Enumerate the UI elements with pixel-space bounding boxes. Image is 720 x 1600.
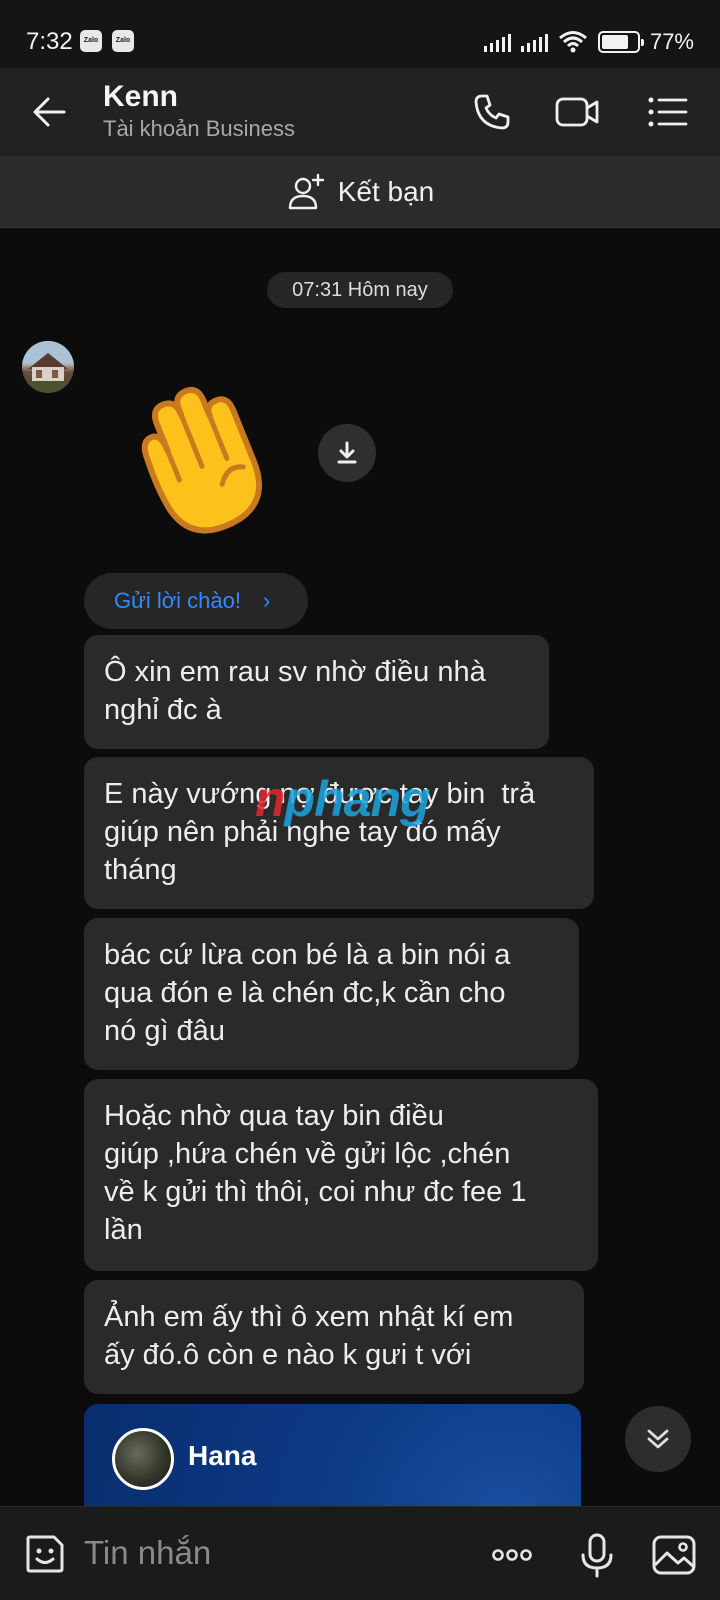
add-friend-label: Kết bạn <box>337 175 435 207</box>
phone-call-icon[interactable] <box>468 88 516 136</box>
download-button[interactable] <box>318 424 376 482</box>
zalo-notification-icon: Zalo <box>80 30 102 52</box>
chat-timestamp: 07:31 Hôm nay <box>267 272 453 308</box>
wifi-icon <box>558 31 587 53</box>
contact-card[interactable]: Hana <box>84 1404 581 1514</box>
battery-icon <box>597 31 644 53</box>
more-options-icon[interactable] <box>488 1531 536 1579</box>
message-bubble[interactable]: Hoặc nhờ qua tay bin điều giúp ,hứa chén… <box>84 1079 598 1271</box>
waving-hand-sticker[interactable] <box>112 372 282 542</box>
download-icon <box>337 441 357 464</box>
image-gallery-icon[interactable] <box>650 1531 698 1579</box>
message-input[interactable] <box>84 1527 464 1579</box>
sender-avatar[interactable] <box>22 341 74 393</box>
status-indicators: 77% <box>483 28 694 56</box>
contact-card-name: Hana <box>188 1440 257 1471</box>
account-type: Tài khoản Business <box>103 116 295 141</box>
microphone-icon[interactable] <box>573 1531 621 1579</box>
scroll-to-bottom-button[interactable] <box>625 1406 691 1472</box>
menu-list-icon[interactable] <box>644 88 692 136</box>
battery-percent: 77% <box>649 29 694 54</box>
emoji-sticker-icon[interactable] <box>22 1531 68 1577</box>
contact-name[interactable]: Kenn <box>103 80 178 114</box>
message-bubble[interactable]: Ảnh em ấy thì ô xem nhật kí em ấy đó.ô c… <box>84 1280 584 1394</box>
send-greeting-label: Gửi lời chào! <box>114 588 241 613</box>
send-greeting-button[interactable]: Gửi lời chào! › <box>84 573 308 629</box>
cell-signal-icon <box>520 32 548 52</box>
double-chevron-down-icon <box>647 1429 669 1449</box>
status-bar: 7:32 Zalo Zalo 77% <box>0 0 720 68</box>
battery-level <box>601 35 629 49</box>
add-user-icon <box>288 173 324 209</box>
add-friend-button[interactable]: Kết bạn <box>0 156 720 228</box>
contact-card-avatar <box>112 1428 174 1490</box>
watermark-logo: nphang <box>255 771 431 827</box>
chevron-right-icon: › <box>262 588 271 613</box>
message-input-bar <box>0 1506 720 1600</box>
back-arrow-icon[interactable] <box>26 88 74 136</box>
video-call-icon[interactable] <box>553 88 601 136</box>
chat-header: Kenn Tài khoản Business <box>0 68 720 156</box>
status-time: 7:32 <box>26 28 73 55</box>
message-bubble[interactable]: bác cứ lừa con bé là a bin nói a qua đón… <box>84 918 579 1070</box>
cell-signal-icon <box>483 32 511 52</box>
message-bubble[interactable]: Ô xin em rau sv nhờ điều nhà nghỉ đc à <box>84 635 549 749</box>
zalo-notification-icon: Zalo <box>112 30 134 52</box>
